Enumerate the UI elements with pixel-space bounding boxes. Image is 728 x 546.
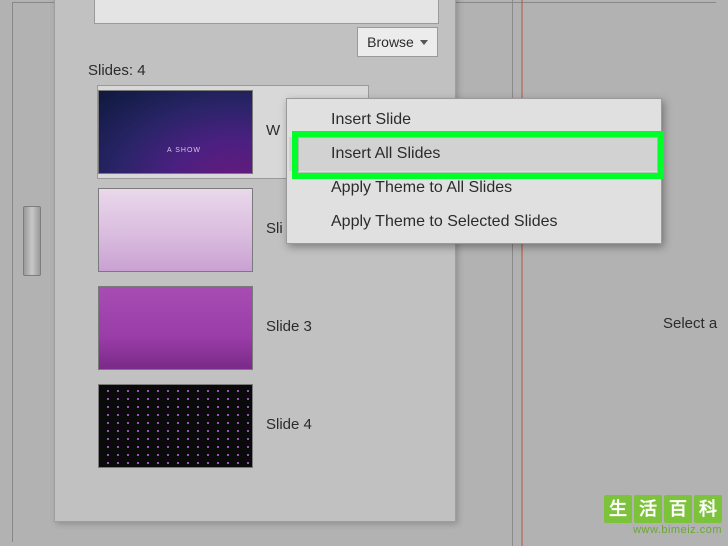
slide-caption: W bbox=[266, 122, 280, 139]
slide-item[interactable]: Slide 3 bbox=[98, 282, 368, 374]
browse-label: Browse bbox=[367, 34, 414, 50]
slide-caption: Slide 3 bbox=[266, 318, 312, 335]
watermark-char: 百 bbox=[664, 495, 692, 523]
watermark-char: 活 bbox=[634, 495, 662, 523]
chevron-down-icon bbox=[420, 40, 428, 45]
watermark: 生 活 百 科 www.bimeiz.com bbox=[604, 495, 722, 536]
slide-thumbnail bbox=[98, 286, 253, 370]
slide-caption: Sli bbox=[266, 220, 283, 237]
slide-edge-indicator bbox=[521, 0, 523, 546]
menu-item-insert-all-slides[interactable]: Insert All Slides bbox=[289, 137, 659, 171]
watermark-blocks: 生 活 百 科 bbox=[604, 495, 722, 523]
select-hint: Select a bbox=[663, 315, 717, 332]
watermark-char: 科 bbox=[694, 495, 722, 523]
slide-caption: Slide 4 bbox=[266, 416, 312, 433]
scrollbar-thumb[interactable] bbox=[23, 206, 41, 276]
menu-item-apply-theme-all[interactable]: Apply Theme to All Slides bbox=[289, 171, 659, 205]
browse-button[interactable]: Browse bbox=[357, 27, 438, 57]
slide-thumbnail bbox=[98, 384, 253, 468]
context-menu: Insert Slide Insert All Slides Apply The… bbox=[286, 98, 662, 244]
slide-thumbnail: A SHOW bbox=[98, 90, 253, 174]
thumbnail-text: A SHOW bbox=[167, 147, 201, 154]
slides-count-label: Slides: 4 bbox=[88, 62, 146, 79]
app-frame: Browse Slides: 4 A SHOW W Sli Slide 3 Sl… bbox=[0, 0, 728, 546]
file-path-input[interactable] bbox=[94, 0, 439, 24]
frame-border bbox=[12, 2, 13, 542]
slide-item[interactable]: Slide 4 bbox=[98, 380, 368, 472]
slide-thumbnail bbox=[98, 188, 253, 272]
watermark-char: 生 bbox=[604, 495, 632, 523]
watermark-url: www.bimeiz.com bbox=[604, 525, 722, 536]
menu-item-apply-theme-selected[interactable]: Apply Theme to Selected Slides bbox=[289, 205, 659, 239]
vertical-divider bbox=[512, 0, 513, 546]
menu-item-insert-slide[interactable]: Insert Slide bbox=[289, 103, 659, 137]
